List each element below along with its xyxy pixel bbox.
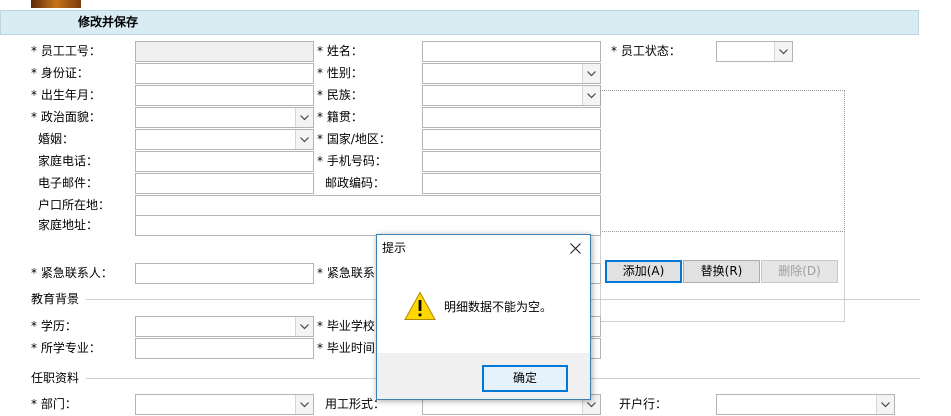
dept-select[interactable]: [135, 394, 314, 415]
politics-select[interactable]: [135, 107, 314, 128]
message-dialog: 提示 明细数据不能为空。 确定: [376, 234, 591, 400]
label-gender: * 性别：: [317, 66, 363, 80]
home-phone-input[interactable]: [135, 151, 314, 172]
label-birth: * 出生年月：: [31, 88, 101, 102]
label-marriage: 婚姻：: [38, 132, 75, 146]
section-title-bar: 修改并保存: [0, 10, 919, 35]
dialog-titlebar: 提示: [377, 235, 590, 261]
address-input[interactable]: [135, 215, 601, 236]
emergency-contact-input[interactable]: [135, 263, 314, 284]
job-group-label: 任职资料: [31, 371, 80, 385]
label-address: 家庭地址：: [38, 218, 99, 232]
chevron-down-icon[interactable]: [774, 42, 792, 61]
photo-box[interactable]: [600, 90, 845, 232]
id-card-input[interactable]: [135, 63, 314, 84]
label-native: * 籍贯：: [317, 110, 363, 124]
ethnic-select[interactable]: [422, 85, 601, 106]
label-postcode: 邮政编码：: [325, 176, 386, 190]
label-id-card: * 身份证：: [31, 66, 89, 80]
label-ethnic: * 民族：: [317, 88, 363, 102]
close-icon[interactable]: [565, 239, 585, 257]
label-name: * 姓名：: [317, 44, 363, 58]
label-major: * 所学专业：: [31, 341, 101, 355]
replace-button[interactable]: 替换(R): [683, 260, 760, 283]
header-photo: [31, 0, 81, 8]
postcode-input[interactable]: [422, 173, 601, 194]
chevron-down-icon[interactable]: [295, 108, 313, 127]
add-button[interactable]: 添加(A): [605, 260, 682, 283]
label-school: * 毕业学校: [317, 319, 375, 333]
chevron-down-icon[interactable]: [582, 64, 600, 83]
label-country: * 国家/地区：: [317, 132, 391, 146]
label-email: 电子邮件：: [38, 176, 99, 190]
label-politics: * 政治面貌：: [31, 110, 101, 124]
ok-button[interactable]: 确定: [482, 365, 568, 392]
label-mobile: * 手机号码：: [317, 154, 387, 168]
email-input[interactable]: [135, 173, 314, 194]
chevron-down-icon[interactable]: [295, 395, 313, 414]
mobile-input[interactable]: [422, 151, 601, 172]
chevron-down-icon[interactable]: [295, 317, 313, 336]
emp-status-select[interactable]: [716, 41, 793, 62]
label-emergency-contact: * 紧急联系人：: [31, 266, 113, 280]
label-emergency-contact-2: * 紧急联系: [317, 266, 375, 280]
label-emp-status: * 员工状态：: [611, 44, 681, 58]
birth-input[interactable]: [135, 85, 314, 106]
bank-select[interactable]: [716, 394, 895, 415]
native-input[interactable]: [422, 107, 601, 128]
major-input[interactable]: [135, 338, 314, 359]
dialog-message: 明细数据不能为空。: [444, 300, 553, 314]
hukou-input[interactable]: [135, 195, 601, 216]
emp-no-input[interactable]: [135, 41, 314, 62]
country-input[interactable]: [422, 129, 601, 150]
label-dept: * 部门：: [31, 397, 77, 411]
dialog-body: 明细数据不能为空。: [377, 261, 590, 353]
section-title: 修改并保存: [78, 15, 139, 29]
label-grad-time: * 毕业时间: [317, 341, 375, 355]
chevron-down-icon[interactable]: [876, 395, 894, 414]
label-hukou: 户口所在地：: [38, 198, 111, 212]
label-emp-no: * 员工工号：: [31, 44, 101, 58]
education-group-label: 教育背景: [31, 292, 80, 306]
delete-button[interactable]: 删除(D): [761, 260, 838, 283]
label-bank: 开户行：: [619, 397, 668, 411]
dialog-footer: 确定: [377, 353, 590, 399]
degree-select[interactable]: [135, 316, 314, 337]
warning-icon: [404, 291, 436, 321]
dialog-title: 提示: [382, 241, 407, 255]
chevron-down-icon[interactable]: [295, 130, 313, 149]
gender-select[interactable]: [422, 63, 601, 84]
label-degree: * 学历：: [31, 319, 77, 333]
label-home-phone: 家庭电话：: [38, 154, 99, 168]
name-input[interactable]: [422, 41, 601, 62]
chevron-down-icon[interactable]: [582, 86, 600, 105]
marriage-select[interactable]: [135, 129, 314, 150]
